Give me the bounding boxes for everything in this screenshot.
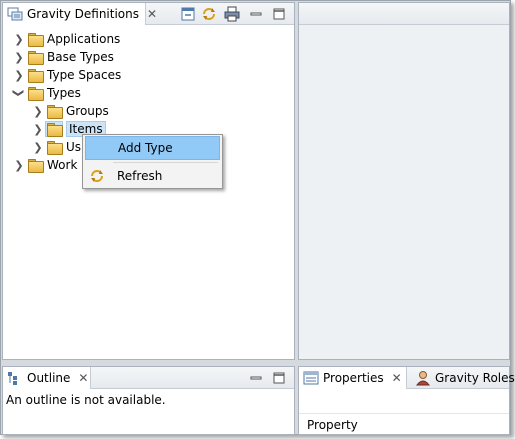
chevron-right-icon[interactable]: ❯ bbox=[11, 67, 27, 83]
minimize-icon[interactable] bbox=[248, 6, 264, 22]
maximize-icon[interactable] bbox=[271, 6, 287, 22]
tab-gravity-definitions[interactable]: Gravity Definitions ✕ bbox=[3, 3, 157, 25]
outline-message: An outline is not available. bbox=[6, 393, 166, 407]
properties-view: Properties ✕ Gravity Roles Property bbox=[298, 366, 515, 435]
tree-item-label: Applications bbox=[47, 32, 121, 46]
outline-view: Outline ✕ An outline is not available. bbox=[2, 366, 295, 435]
properties-icon bbox=[303, 370, 319, 386]
gravity-roles-icon bbox=[415, 370, 431, 386]
chevron-down-icon[interactable]: ❯ bbox=[11, 85, 27, 101]
folder-icon bbox=[27, 50, 44, 65]
minimize-icon[interactable] bbox=[248, 370, 264, 386]
tab-label: Properties bbox=[323, 371, 384, 385]
tab-label: Outline bbox=[27, 371, 71, 385]
editor-area-header bbox=[299, 3, 509, 25]
context-menu: Add Type Refresh bbox=[82, 134, 223, 189]
column-header-property[interactable]: Property bbox=[307, 418, 358, 432]
tree-item-us[interactable]: ❯ Us bbox=[30, 138, 81, 156]
tree-item-applications[interactable]: ❯ Applications bbox=[11, 30, 120, 48]
tree-item-label: Type Spaces bbox=[47, 68, 122, 82]
view-tabbar: Properties ✕ Gravity Roles bbox=[299, 367, 515, 389]
outline-icon bbox=[7, 370, 23, 386]
chevron-right-icon[interactable]: ❯ bbox=[11, 31, 27, 47]
folder-icon bbox=[46, 140, 63, 155]
tree-item-label: Work bbox=[47, 158, 78, 172]
tree-item-base-types[interactable]: ❯ Base Types bbox=[11, 48, 114, 66]
tab-label: Gravity Roles bbox=[435, 371, 515, 385]
folder-icon bbox=[45, 121, 63, 137]
properties-table-header: Property bbox=[299, 413, 509, 435]
tab-label: Gravity Definitions bbox=[27, 7, 140, 21]
gravity-definitions-icon bbox=[7, 6, 23, 22]
close-icon[interactable]: ✕ bbox=[147, 7, 157, 21]
print-icon[interactable] bbox=[224, 6, 240, 22]
tree-item-groups[interactable]: ❯ Groups bbox=[30, 102, 109, 120]
close-icon[interactable]: ✕ bbox=[392, 371, 402, 385]
menu-item-label: Refresh bbox=[117, 169, 163, 183]
tree-item-label: Us bbox=[66, 140, 82, 154]
view-tabbar: Outline ✕ bbox=[3, 367, 294, 389]
tree-item-label: Types bbox=[47, 86, 81, 100]
folder-icon bbox=[27, 68, 44, 83]
tab-properties[interactable]: Properties ✕ bbox=[299, 367, 407, 389]
folder-icon bbox=[27, 32, 44, 47]
workbench-window: Gravity Definitions ✕ ❯ Applications ❯ B… bbox=[0, 0, 515, 435]
tree-item-label: Groups bbox=[66, 104, 109, 118]
tab-outline[interactable]: Outline ✕ bbox=[3, 367, 91, 389]
tab-gravity-roles[interactable]: Gravity Roles bbox=[411, 367, 515, 389]
folder-icon bbox=[46, 104, 63, 119]
editor-area bbox=[298, 2, 510, 360]
chevron-right-icon[interactable]: ❯ bbox=[11, 157, 27, 173]
chevron-right-icon[interactable]: ❯ bbox=[11, 49, 27, 65]
chevron-right-icon[interactable]: ❯ bbox=[30, 121, 46, 137]
menu-separator bbox=[113, 162, 218, 163]
view-tabbar: Gravity Definitions ✕ bbox=[3, 3, 294, 25]
collapse-all-icon[interactable] bbox=[180, 6, 196, 22]
tree-item-work[interactable]: ❯ Work bbox=[11, 156, 77, 174]
menu-item-add-type[interactable]: Add Type bbox=[85, 136, 220, 160]
chevron-right-icon[interactable]: ❯ bbox=[30, 139, 46, 155]
close-icon[interactable]: ✕ bbox=[78, 371, 88, 385]
tree-item-types[interactable]: ❯ Types bbox=[11, 84, 81, 102]
menu-item-refresh[interactable]: Refresh bbox=[85, 164, 220, 188]
tree-item-type-spaces[interactable]: ❯ Type Spaces bbox=[11, 66, 121, 84]
refresh-icon bbox=[89, 168, 105, 184]
chevron-right-icon[interactable]: ❯ bbox=[30, 103, 46, 119]
menu-item-label: Add Type bbox=[118, 141, 173, 155]
folder-icon bbox=[27, 86, 44, 101]
maximize-icon[interactable] bbox=[271, 370, 287, 386]
refresh-icon[interactable] bbox=[201, 6, 217, 22]
tree-item-label: Base Types bbox=[47, 50, 114, 64]
folder-icon bbox=[27, 158, 44, 173]
